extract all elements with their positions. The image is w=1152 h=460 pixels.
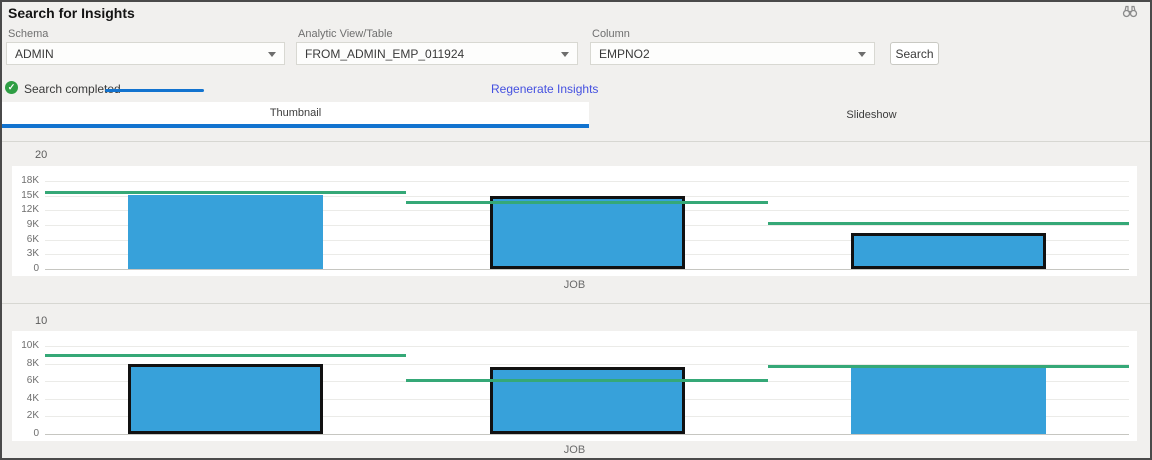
schema-select-value: ADMIN xyxy=(15,47,54,61)
chart-group-label-20: 20 xyxy=(35,149,47,161)
chevron-down-icon xyxy=(561,52,569,57)
search-button[interactable]: Search xyxy=(890,42,939,65)
column-select-value: EMPNO2 xyxy=(599,47,650,61)
analytic-view-select[interactable]: FROM_ADMIN_EMP_011924 xyxy=(296,42,578,65)
page-title: Search for Insights xyxy=(8,5,135,21)
y-tick-label: 18K xyxy=(12,175,39,186)
baseline-line xyxy=(406,379,767,382)
baseline-line xyxy=(768,365,1129,368)
y-tick-label: 12K xyxy=(12,204,39,215)
bar[interactable] xyxy=(128,364,323,434)
bar[interactable] xyxy=(128,195,323,269)
regenerate-insights-link[interactable]: Regenerate Insights xyxy=(491,82,598,96)
progress-line xyxy=(105,89,204,92)
y-tick-label: 3K xyxy=(12,248,39,259)
y-tick-label: 15K xyxy=(12,190,39,201)
chart-thumbnail-20[interactable]: 18K 15K 12K 9K 6K 3K 0 xyxy=(12,166,1137,276)
bar[interactable] xyxy=(490,196,685,269)
chevron-down-icon xyxy=(858,52,866,57)
schema-label: Schema xyxy=(8,28,48,40)
y-tick-label: 4K xyxy=(12,393,39,404)
baseline-line xyxy=(45,354,406,357)
binoculars-icon[interactable] xyxy=(1122,5,1138,18)
chevron-down-icon xyxy=(268,52,276,57)
gridline xyxy=(45,346,1129,347)
divider xyxy=(2,303,1152,304)
y-tick-label: 6K xyxy=(12,375,39,386)
baseline-line xyxy=(45,191,406,194)
bar[interactable] xyxy=(851,367,1046,434)
tab-thumbnail[interactable]: Thumbnail xyxy=(2,102,589,128)
y-tick-label: 2K xyxy=(12,410,39,421)
y-tick-label: 6K xyxy=(12,234,39,245)
tab-slideshow-label: Slideshow xyxy=(846,109,896,121)
gridline xyxy=(45,434,1129,435)
column-label: Column xyxy=(592,28,630,40)
bar[interactable] xyxy=(851,233,1046,269)
analytic-view-select-value: FROM_ADMIN_EMP_011924 xyxy=(305,47,464,61)
chart-group-label-10: 10 xyxy=(35,315,47,327)
y-tick-label: 8K xyxy=(12,358,39,369)
bar[interactable] xyxy=(490,367,685,434)
chart-xaxis-label: JOB xyxy=(12,444,1137,456)
gridline xyxy=(45,269,1129,270)
y-tick-label: 9K xyxy=(12,219,39,230)
tab-slideshow[interactable]: Slideshow xyxy=(589,102,1152,128)
baseline-line xyxy=(768,222,1129,225)
chart-thumbnail-10[interactable]: 10K 8K 6K 4K 2K 0 xyxy=(12,331,1137,441)
analytic-view-label: Analytic View/Table xyxy=(298,28,393,40)
success-check-icon: ✓ xyxy=(5,81,18,94)
search-for-insights-panel: Search for Insights Schema Analytic View… xyxy=(0,0,1152,460)
y-tick-label: 10K xyxy=(12,340,39,351)
y-tick-label: 0 xyxy=(12,428,39,439)
chart-xaxis-label: JOB xyxy=(12,279,1137,291)
gridline xyxy=(45,181,1129,182)
tab-thumbnail-label: Thumbnail xyxy=(270,107,321,119)
baseline-line xyxy=(406,201,767,204)
schema-select[interactable]: ADMIN xyxy=(6,42,285,65)
column-select[interactable]: EMPNO2 xyxy=(590,42,875,65)
y-tick-label: 0 xyxy=(12,263,39,274)
divider xyxy=(2,141,1152,142)
